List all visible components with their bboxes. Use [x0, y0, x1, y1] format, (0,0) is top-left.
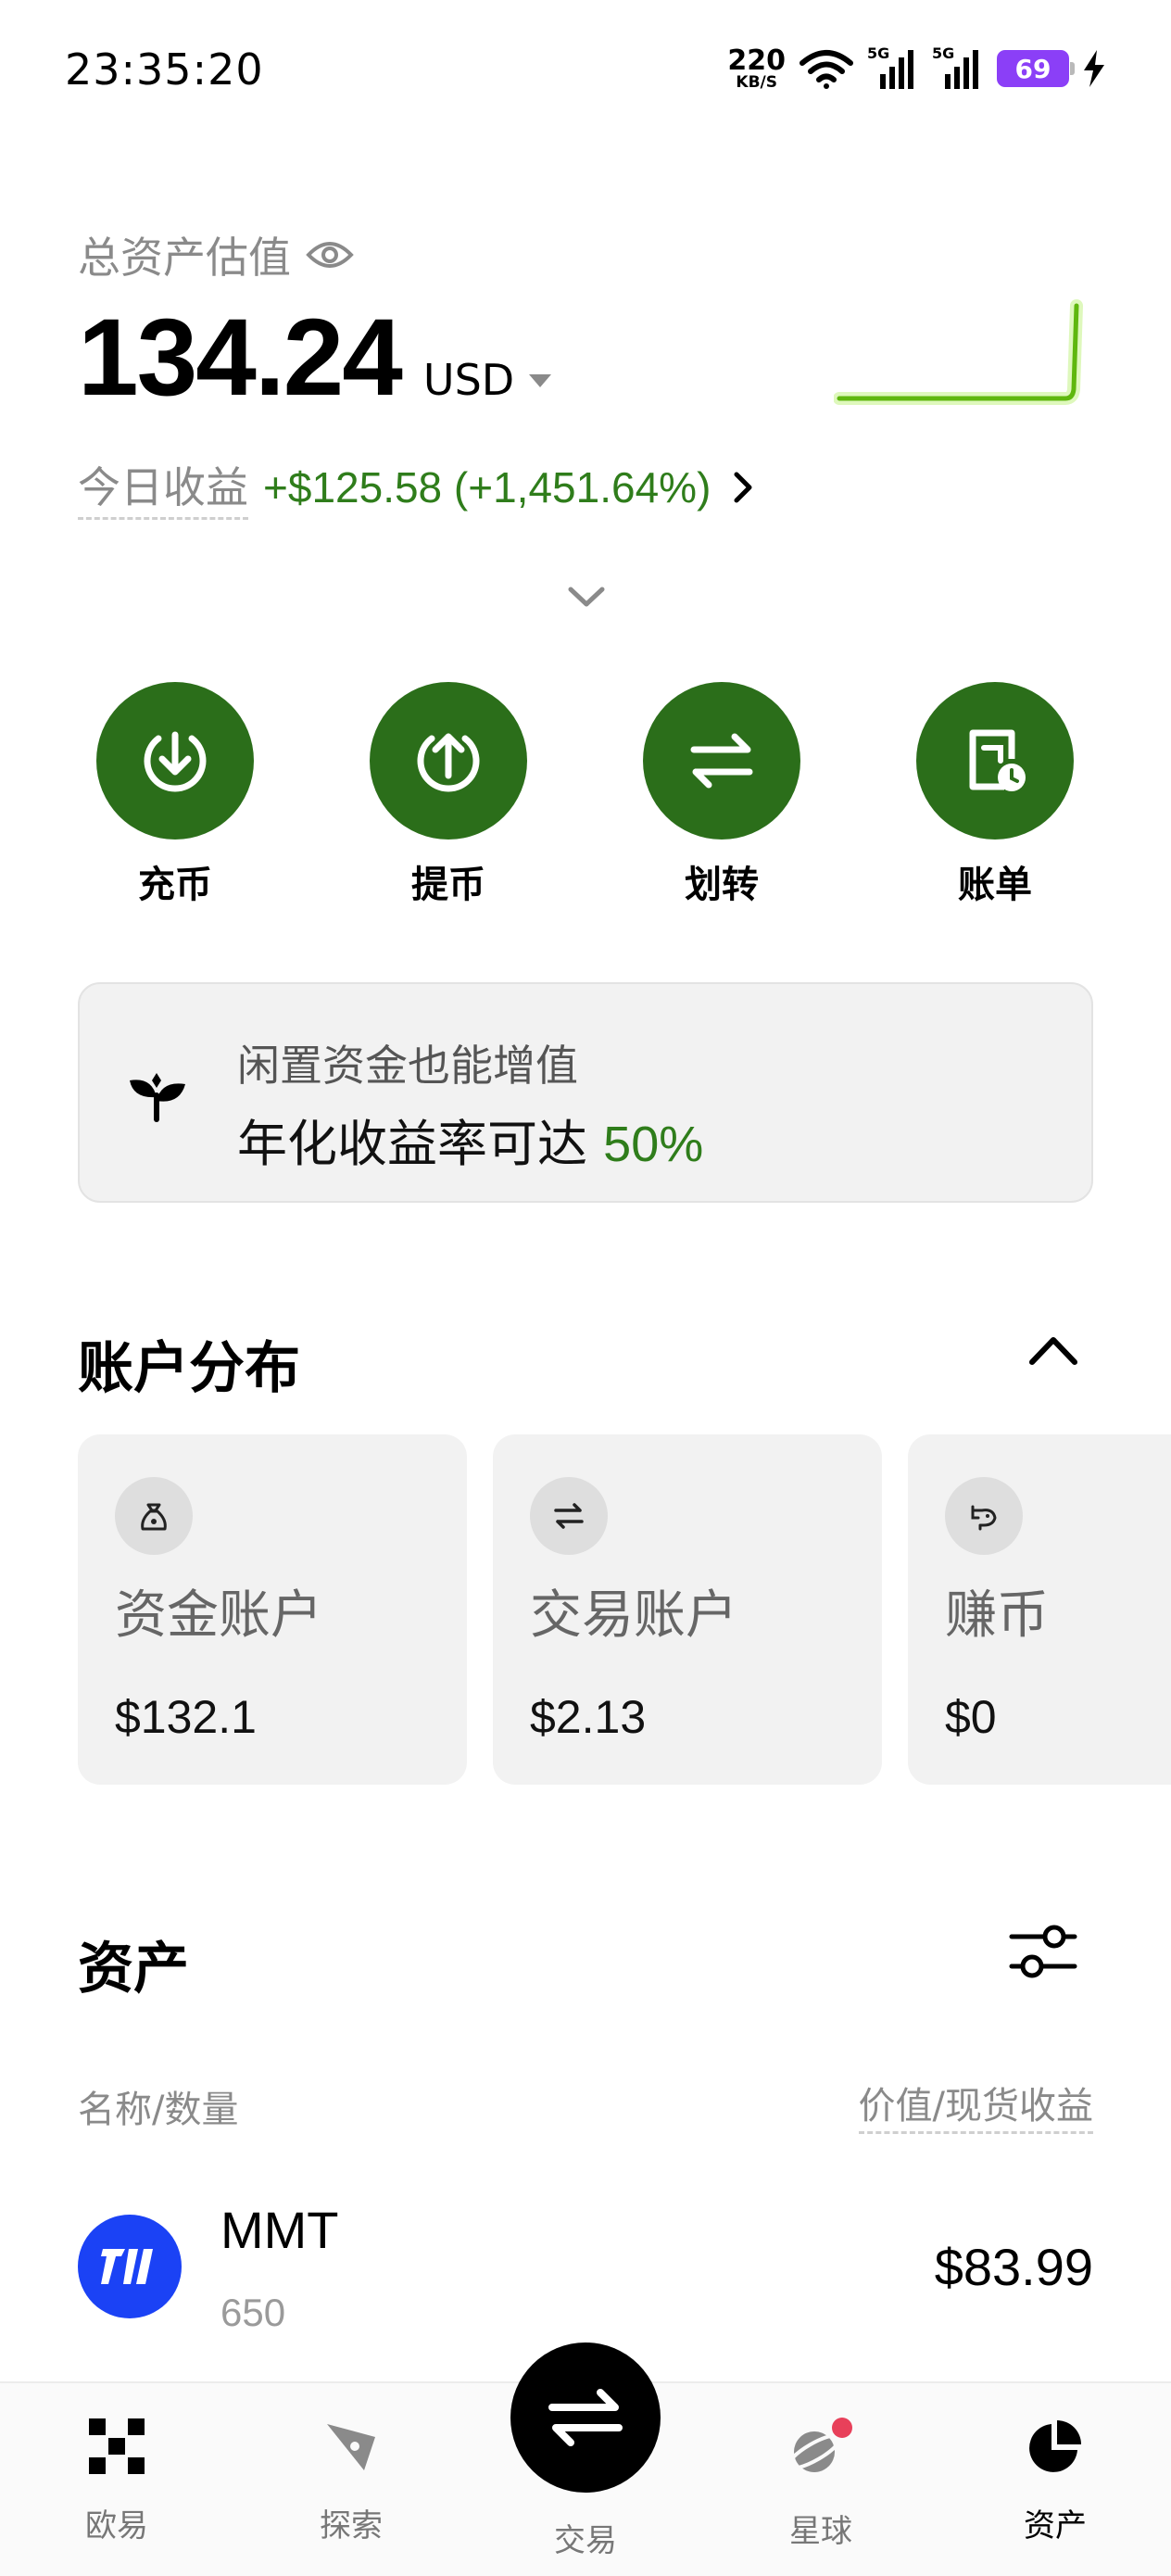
deposit-button[interactable]: 充币 [96, 682, 254, 908]
chevron-right-icon[interactable] [733, 471, 753, 504]
today-pnl-row[interactable]: 今日收益 +$125.58 (+1,451.64%) [78, 454, 753, 520]
trading-account-card[interactable]: 交易账户 $2.13 [493, 1434, 882, 1785]
today-pnl-label[interactable]: 今日收益 [78, 454, 248, 520]
nav-label: 探索 [320, 2507, 383, 2544]
account-value: $0 [945, 1691, 997, 1743]
promo-title: 年化收益率可达 50% [237, 1103, 703, 1176]
network-speed-value: 220 [727, 44, 786, 77]
account-cards: 资金账户 $132.1 交易账户 $2.13 赚币 $0 [78, 1434, 1171, 1787]
earn-account-card[interactable]: 赚币 $0 [908, 1434, 1171, 1785]
deposit-label: 充币 [138, 864, 212, 906]
withdraw-label: 提币 [411, 864, 485, 906]
nav-item-planet[interactable]: 星球 [747, 2417, 895, 2551]
promo-apy: 50% [603, 1117, 704, 1172]
bill-button[interactable]: 账单 [916, 682, 1074, 908]
money-bag-icon [141, 1503, 167, 1531]
nav-item-explore[interactable]: 探索 [277, 2417, 425, 2545]
asset-row[interactable]: MMT 650 $83.99 [0, 2187, 1171, 2335]
nav-label: 欧易 [85, 2507, 148, 2544]
earn-promo-card[interactable]: 闲置资金也能增值 年化收益率可达 50% [78, 982, 1093, 1203]
account-icon-wrap [945, 1477, 1023, 1555]
swap-icon [554, 1503, 584, 1529]
account-name: 交易账户 [530, 1585, 737, 1646]
signal-5g-1: 5G [867, 44, 919, 89]
piggy-bank-icon [971, 1505, 997, 1531]
today-pnl-value: +$125.58 (+1,451.64%) [263, 462, 711, 511]
nav-item-assets[interactable]: 资产 [981, 2417, 1129, 2545]
withdraw-circle[interactable] [370, 682, 527, 840]
battery-indicator: 69 [997, 50, 1075, 87]
asset-quantity: 650 [220, 2291, 286, 2334]
promo-title-prefix: 年化收益率可达 [237, 1115, 604, 1173]
withdraw-button[interactable]: 提币 [370, 682, 527, 908]
nav-label: 星球 [789, 2513, 852, 2550]
caret-down-icon[interactable] [529, 374, 552, 387]
total-assets-label-row: 总资产估值 [78, 224, 354, 285]
signal-5g-label: 5G [867, 44, 890, 62]
sprout-icon [130, 1073, 185, 1122]
okx-logo-icon [89, 2418, 145, 2474]
total-assets-value-row: 134.24 USD [78, 295, 552, 421]
account-name: 资金账户 [115, 1585, 322, 1646]
mmt-coin-logo [78, 2215, 182, 2318]
account-icon-wrap [115, 1477, 193, 1555]
transfer-circle[interactable] [643, 682, 800, 840]
total-assets-value: 134.24 [78, 297, 403, 419]
planet-icon [787, 2418, 852, 2472]
account-value: $132.1 [115, 1691, 257, 1743]
bill-icon [969, 729, 1026, 791]
balance-sparkline [834, 299, 1083, 405]
asset-name: MMT [220, 2201, 339, 2259]
deposit-icon [144, 731, 207, 792]
bill-circle[interactable] [916, 682, 1074, 840]
account-value: $2.13 [530, 1691, 647, 1743]
column-header-name-qty: 名称/数量 [78, 2089, 239, 2131]
signal-5g-2: 5G [932, 44, 984, 89]
pie-chart-icon [1029, 2420, 1081, 2472]
trade-button[interactable] [510, 2342, 661, 2493]
nav-label-trade: 交易 [554, 2522, 617, 2559]
promo-subtitle: 闲置资金也能增值 [237, 1041, 578, 1091]
transfer-icon [690, 733, 753, 789]
deposit-circle[interactable] [96, 682, 254, 840]
signal-5g-label: 5G [932, 44, 955, 62]
eye-icon[interactable] [306, 238, 354, 271]
column-header-value-pnl[interactable]: 价值/现货收益 [858, 2076, 1093, 2134]
currency-selector[interactable]: USD [423, 355, 514, 405]
nav-label-active: 资产 [1024, 2507, 1087, 2544]
network-speed-unit: KB/S [736, 72, 777, 92]
quick-actions: 充币 提币 划转 账单 [0, 682, 1171, 906]
total-assets-label: 总资产估值 [78, 233, 291, 283]
charging-icon [1084, 50, 1104, 87]
trade-swap-icon [548, 2389, 623, 2446]
account-distribution-title: 账户分布 [78, 1336, 300, 1401]
chevron-up-icon[interactable] [1028, 1334, 1078, 1366]
withdraw-icon [417, 733, 480, 792]
filter-sliders-icon[interactable] [1008, 1922, 1078, 1981]
status-icons: 220 KB/S 5G 5G 69 [727, 41, 1106, 96]
transfer-button[interactable]: 划转 [643, 682, 800, 908]
account-name: 赚币 [945, 1585, 1049, 1646]
chevron-down-icon[interactable] [567, 586, 606, 610]
compass-icon [327, 2424, 375, 2470]
funding-account-card[interactable]: 资金账户 $132.1 [78, 1434, 467, 1785]
mmt-logo-icon [101, 2249, 153, 2284]
status-bar: 23:35:20 220 KB/S 5G 5G 69 [0, 0, 1171, 139]
status-time: 23:35:20 [65, 44, 264, 95]
account-icon-wrap [530, 1477, 608, 1555]
transfer-label: 划转 [685, 864, 759, 906]
network-speed: 220 KB/S [727, 44, 786, 92]
nav-item-okx[interactable]: 欧易 [43, 2417, 191, 2545]
wifi-icon [800, 50, 853, 89]
asset-value: $83.99 [934, 2238, 1093, 2296]
bill-label: 账单 [958, 864, 1032, 906]
assets-title: 资产 [78, 1937, 189, 2001]
